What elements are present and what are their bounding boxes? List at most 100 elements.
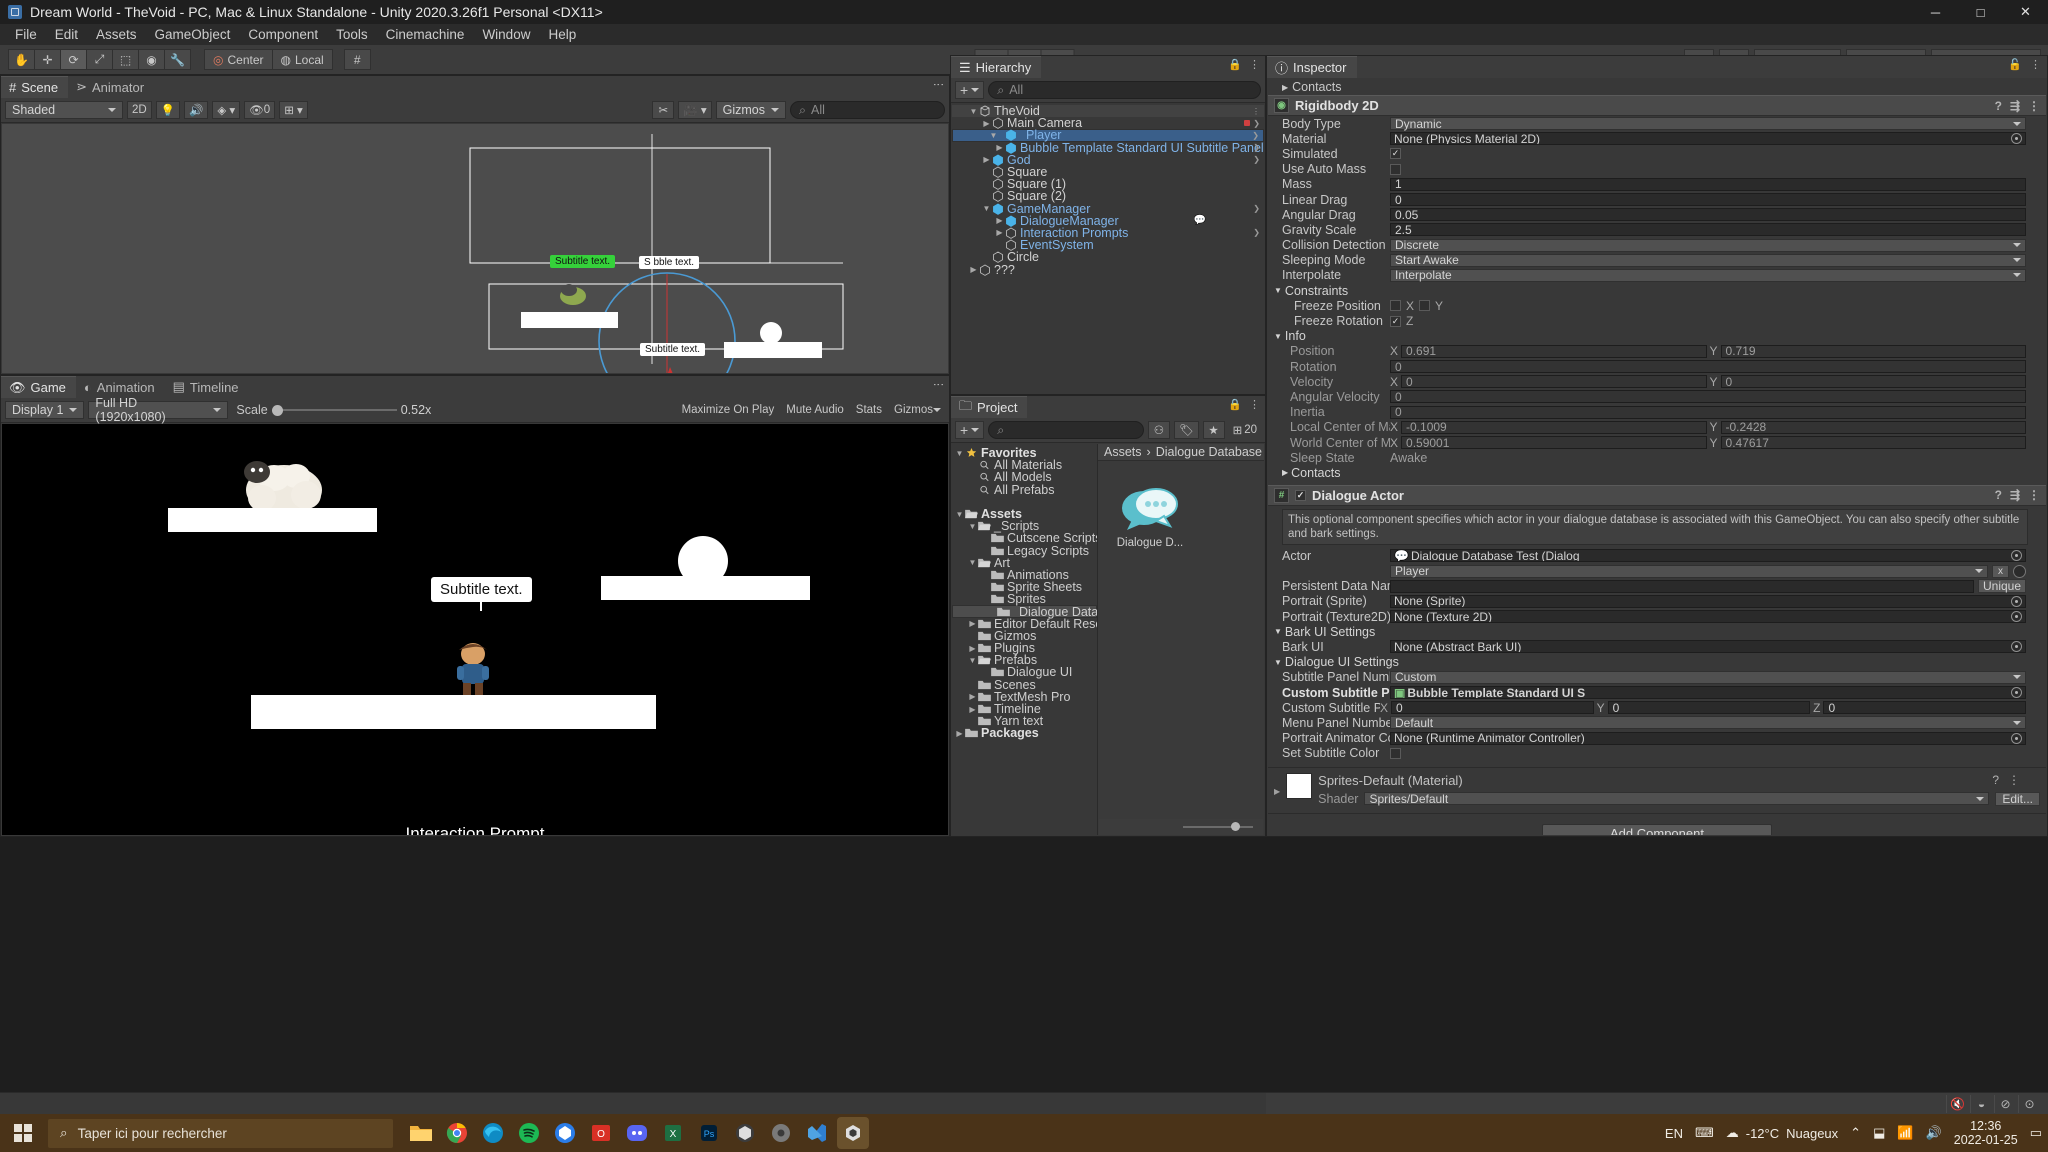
subtitle-panel-number-dropdown[interactable]: Custom <box>1390 670 2026 684</box>
help-icon[interactable]: ? <box>1992 773 1999 787</box>
menu-panel-number-dropdown[interactable]: Default <box>1390 716 2026 730</box>
game-gizmos-button[interactable]: Gizmos <box>890 401 945 419</box>
lock-icon[interactable]: 🔒 <box>1228 400 1242 411</box>
hierarchy-item-chevron-icon[interactable]: ❯ <box>1253 119 1260 128</box>
project-zoom-handle[interactable] <box>1231 822 1240 831</box>
draw-mode-dropdown[interactable]: Shaded <box>5 101 123 119</box>
taskbar-search-input[interactable]: ⌕ Taper ici pour rechercher <box>48 1118 393 1148</box>
component-header-dialogue-actor[interactable]: # ✓ Dialogue Actor ? ⇶ ⋮ <box>1268 484 2046 506</box>
actor-object-field[interactable]: 💬 Dialogue Database Test (Dialog <box>1390 549 2026 563</box>
project-options-icon[interactable]: ⋮ <box>1249 400 1260 411</box>
constraints-fold[interactable]: ▼ Constraints <box>1268 283 2046 298</box>
scale-slider[interactable] <box>271 403 397 417</box>
menu-cinemachine[interactable]: Cinemachine <box>377 25 474 44</box>
excel-icon[interactable]: X <box>657 1117 689 1149</box>
hidden-objects-icon[interactable]: 👁 0 <box>244 101 276 119</box>
component-options-icon[interactable]: ⋮ <box>2028 99 2040 113</box>
hierarchy-item-chevron-icon[interactable]: ❯ <box>1253 228 1260 237</box>
hierarchy-item-chevron-icon[interactable]: ⋮ <box>1252 107 1260 116</box>
project-zoom-slider[interactable] <box>1099 819 1263 835</box>
menu-file[interactable]: File <box>6 25 46 44</box>
hierarchy-item-interaction-prompts[interactable]: ▶ Interaction Prompts ❯ <box>952 226 1264 240</box>
hierarchy-item-eventsystem[interactable]: EventSystem <box>952 238 1264 252</box>
store-icon[interactable] <box>549 1117 581 1149</box>
component-header-rigidbody2d[interactable]: ◉ Rigidbody 2D ? ⇶ ⋮ <box>1268 95 2046 116</box>
hierarchy-item-chevron-icon[interactable]: ❯ <box>1252 131 1259 140</box>
pivot-mode-button[interactable]: ◎ Center <box>204 49 273 70</box>
offset-z-input[interactable]: 0 <box>1823 701 2027 715</box>
custom-subtitle-panel-field[interactable]: ▣ Bubble Template Standard UI S <box>1390 686 2026 700</box>
language-indicator[interactable]: EN <box>1665 1126 1683 1141</box>
hierarchy-item-square-2[interactable]: Square (2) <box>952 189 1264 203</box>
menu-edit[interactable]: Edit <box>46 25 87 44</box>
hierarchy-add-button[interactable]: + <box>955 81 985 99</box>
start-button[interactable] <box>0 1114 46 1152</box>
mute-audio-button[interactable]: Mute Audio <box>782 401 848 419</box>
add-component-button[interactable]: Add Component <box>1542 823 1772 835</box>
component-options-icon[interactable]: ⋮ <box>2008 773 2020 787</box>
stats-button[interactable]: Stats <box>852 401 886 419</box>
info-fold[interactable]: ▼ Info <box>1268 329 2046 344</box>
menu-assets[interactable]: Assets <box>87 25 146 44</box>
check-icon[interactable]: ⊙ <box>2018 1094 2040 1113</box>
discord-icon[interactable] <box>621 1117 653 1149</box>
offset-y-input[interactable]: 0 <box>1607 701 1811 715</box>
spotify-icon[interactable] <box>513 1117 545 1149</box>
scene-camera-icon[interactable]: 🎥 ▾ <box>678 101 712 119</box>
scale-tool-icon[interactable]: ⤢ <box>86 49 113 70</box>
dialogue-ui-settings-fold[interactable]: ▼ Dialogue UI Settings <box>1268 655 2046 670</box>
set-subtitle-color-checkbox[interactable] <box>1390 747 1401 759</box>
tab-timeline[interactable]: ▤ Timeline <box>165 376 249 398</box>
freeze-position-y-checkbox[interactable] <box>1419 300 1431 312</box>
hierarchy-item-chevron-icon[interactable]: ❯ <box>1253 143 1260 152</box>
scene-search-input[interactable]: ⌕ All <box>790 101 945 119</box>
move-tool-icon[interactable]: ✛ <box>34 49 61 70</box>
bark-ui-field[interactable]: None (Abstract Bark UI) <box>1390 640 2026 654</box>
inspector-options-icon[interactable]: ⋮ <box>2030 60 2041 71</box>
collision-detection-dropdown[interactable]: Discrete <box>1390 238 2026 252</box>
tab-project[interactable]: 🗀 Project <box>951 396 1028 418</box>
hierarchy-item-god[interactable]: ▶ God ❯ <box>952 153 1264 167</box>
unity-icon[interactable] <box>837 1117 869 1149</box>
hierarchy-item-[interactable]: ▶??? <box>952 263 1264 277</box>
freeze-position-x-checkbox[interactable] <box>1390 300 1401 312</box>
sleeping-mode-dropdown[interactable]: Start Awake <box>1390 253 2026 267</box>
tab-scene[interactable]: # Scene <box>1 76 69 98</box>
offset-x-input[interactable]: 0 <box>1391 701 1594 715</box>
scene-viewport[interactable]: Subtitle text. S bble text. Subtitle tex… <box>2 124 948 373</box>
inspector-body[interactable]: ▶ Contacts ◉ Rigidbody 2D ? ⇶ ⋮ Body Typ… <box>1268 79 2046 835</box>
persistent-data-name-input[interactable] <box>1390 579 1974 593</box>
actor-picker-icon[interactable] <box>2013 564 2026 578</box>
hierarchy-options-icon[interactable]: ⋮ <box>1249 60 1260 71</box>
scene-vis-icon[interactable]: ⊘ <box>1994 1094 2016 1113</box>
custom-editor-tool-icon[interactable]: 🔧 <box>164 49 191 70</box>
actor-name-dropdown[interactable]: Player <box>1390 564 1988 578</box>
menu-tools[interactable]: Tools <box>327 25 377 44</box>
material-object-field[interactable]: None (Physics Material 2D) <box>1390 132 2026 146</box>
object-picker-icon[interactable] <box>2011 732 2022 744</box>
hand-tool-icon[interactable]: ✋ <box>8 49 35 70</box>
angular-drag-input[interactable]: 0.05 <box>1390 208 2026 222</box>
lock-icon[interactable]: 🔒 <box>1228 60 1242 71</box>
bark-ui-settings-fold[interactable]: ▼ Bark UI Settings <box>1268 624 2046 639</box>
portrait-texture-field[interactable]: None (Texture 2D) <box>1390 610 2026 624</box>
hierarchy-search-input[interactable]: ⌕ All <box>988 81 1261 99</box>
component-options-icon[interactable]: ⋮ <box>2028 488 2040 502</box>
shader-dropdown[interactable]: Sprites/Default <box>1364 792 1990 806</box>
office-icon[interactable]: O <box>585 1117 617 1149</box>
unity-hub-icon[interactable] <box>729 1117 761 1149</box>
project-asset-pane[interactable]: Assets › Dialogue Database Dialogue D... <box>1098 444 1264 835</box>
project-item-packages[interactable]: ▶ Packages <box>952 726 1097 740</box>
vscode-icon[interactable] <box>801 1117 833 1149</box>
help-icon[interactable]: ? <box>1995 488 2002 502</box>
lighting-toggle-icon[interactable]: 💡 <box>155 101 181 119</box>
rotate-tool-icon[interactable]: ⟳ <box>60 49 87 70</box>
hierarchy-item-square[interactable]: Square <box>952 165 1264 179</box>
use-auto-mass-checkbox[interactable] <box>1390 163 1401 175</box>
maximize-button[interactable]: □ <box>1958 0 2003 24</box>
shader-edit-button[interactable]: Edit... <box>1995 791 2040 806</box>
object-picker-icon[interactable] <box>2011 595 2022 607</box>
grid-snapping-icon[interactable]: # <box>343 49 371 70</box>
show-hidden-icons-chevron[interactable]: ⌃ <box>1850 1125 1861 1141</box>
object-picker-icon[interactable] <box>2011 611 2022 623</box>
